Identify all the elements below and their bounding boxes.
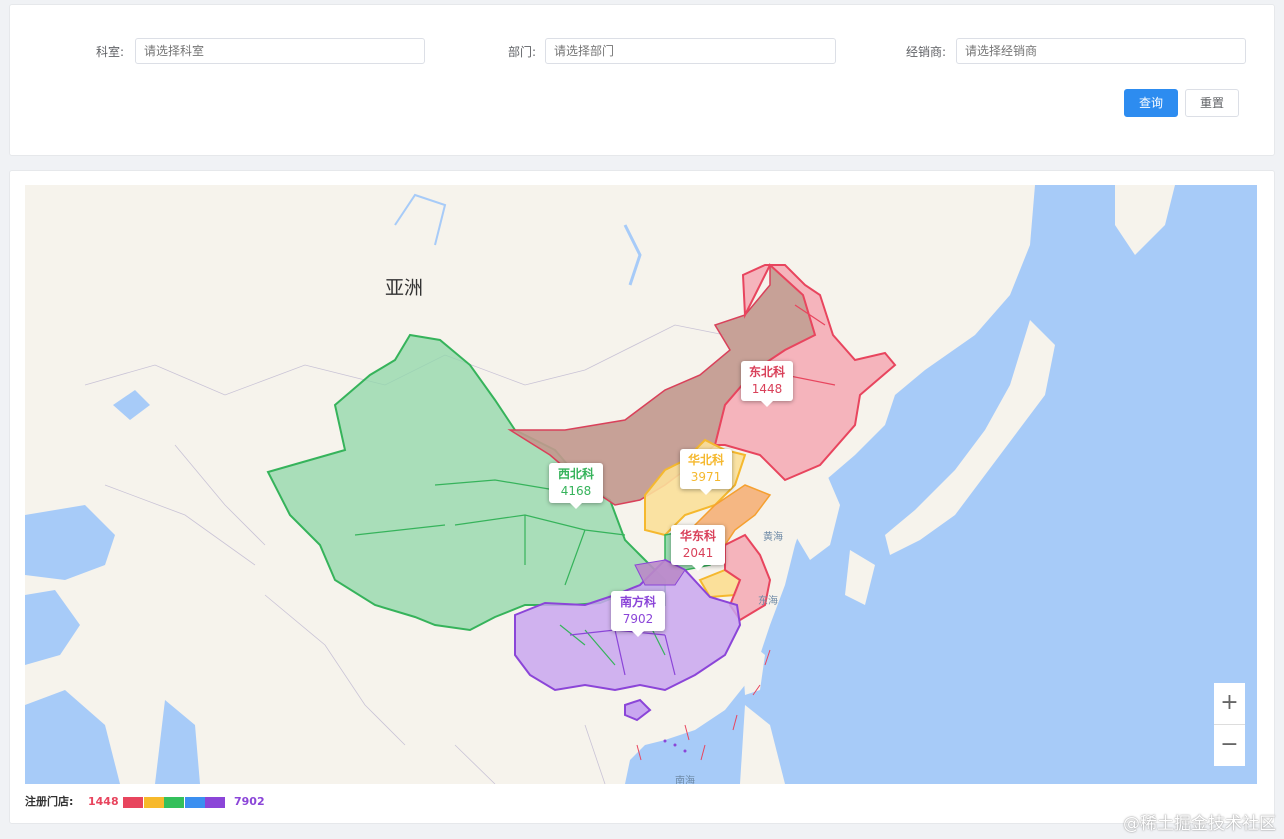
- legend-color-scale: [123, 797, 226, 808]
- callout-value: 4168: [560, 484, 592, 498]
- section-label: 部门:: [507, 45, 536, 59]
- callout-name: 东北科: [748, 365, 785, 379]
- sea-label-south: 南海: [675, 776, 695, 784]
- sea-label-yellow: 黄海: [763, 532, 783, 543]
- china-region-map: [25, 185, 1257, 784]
- legend-min: 1448: [88, 795, 119, 808]
- zoom-in-button[interactable]: +: [1214, 683, 1245, 725]
- region-callout[interactable]: 华东科 2041: [671, 525, 725, 571]
- department-label: 科室:: [95, 45, 124, 59]
- watermark: @稀土掘金技术社区: [1123, 814, 1276, 834]
- region-callout[interactable]: 东北科 1448: [741, 361, 793, 407]
- callout-name: 华东科: [679, 529, 716, 543]
- callout-value: 1448: [751, 382, 783, 396]
- legend-swatch: [143, 797, 164, 808]
- dealer-select[interactable]: [956, 38, 1246, 64]
- callout-name: 南方科: [619, 595, 656, 609]
- sea-label-east: 东海: [758, 596, 778, 607]
- region-callout[interactable]: 西北科 4168: [549, 463, 603, 509]
- zoom-out-button[interactable]: −: [1214, 725, 1245, 766]
- legend-swatch: [205, 797, 225, 808]
- region-callout[interactable]: 南方科 7902: [611, 591, 665, 637]
- section-select[interactable]: [545, 38, 836, 64]
- region-callout[interactable]: 华北科 3971: [680, 449, 732, 495]
- map-panel: 亚洲 黄海 东海 南海 东北科 1448 西北科 4168 华北科 3971 华…: [9, 170, 1275, 824]
- legend-swatch: [164, 797, 184, 808]
- dealer-label: 经销商:: [905, 45, 946, 59]
- legend-title: 注册门店:: [25, 795, 74, 808]
- callout-value: 7902: [622, 612, 654, 626]
- filter-panel: 科室: 部门: 经销商: 查询 重置: [9, 4, 1275, 156]
- callout-value: 2041: [682, 546, 714, 560]
- legend-swatch: [123, 797, 143, 808]
- query-button[interactable]: 查询: [1124, 89, 1178, 117]
- legend-max: 7902: [234, 795, 265, 808]
- callout-name: 西北科: [557, 467, 594, 481]
- department-select[interactable]: [135, 38, 425, 64]
- continent-label: 亚洲: [385, 277, 424, 299]
- reset-button[interactable]: 重置: [1185, 89, 1239, 117]
- map-canvas[interactable]: 亚洲 黄海 东海 南海 东北科 1448 西北科 4168 华北科 3971 华…: [25, 185, 1257, 784]
- callout-name: 华北科: [687, 453, 724, 467]
- legend-swatch: [184, 797, 205, 808]
- callout-value: 3971: [690, 470, 722, 484]
